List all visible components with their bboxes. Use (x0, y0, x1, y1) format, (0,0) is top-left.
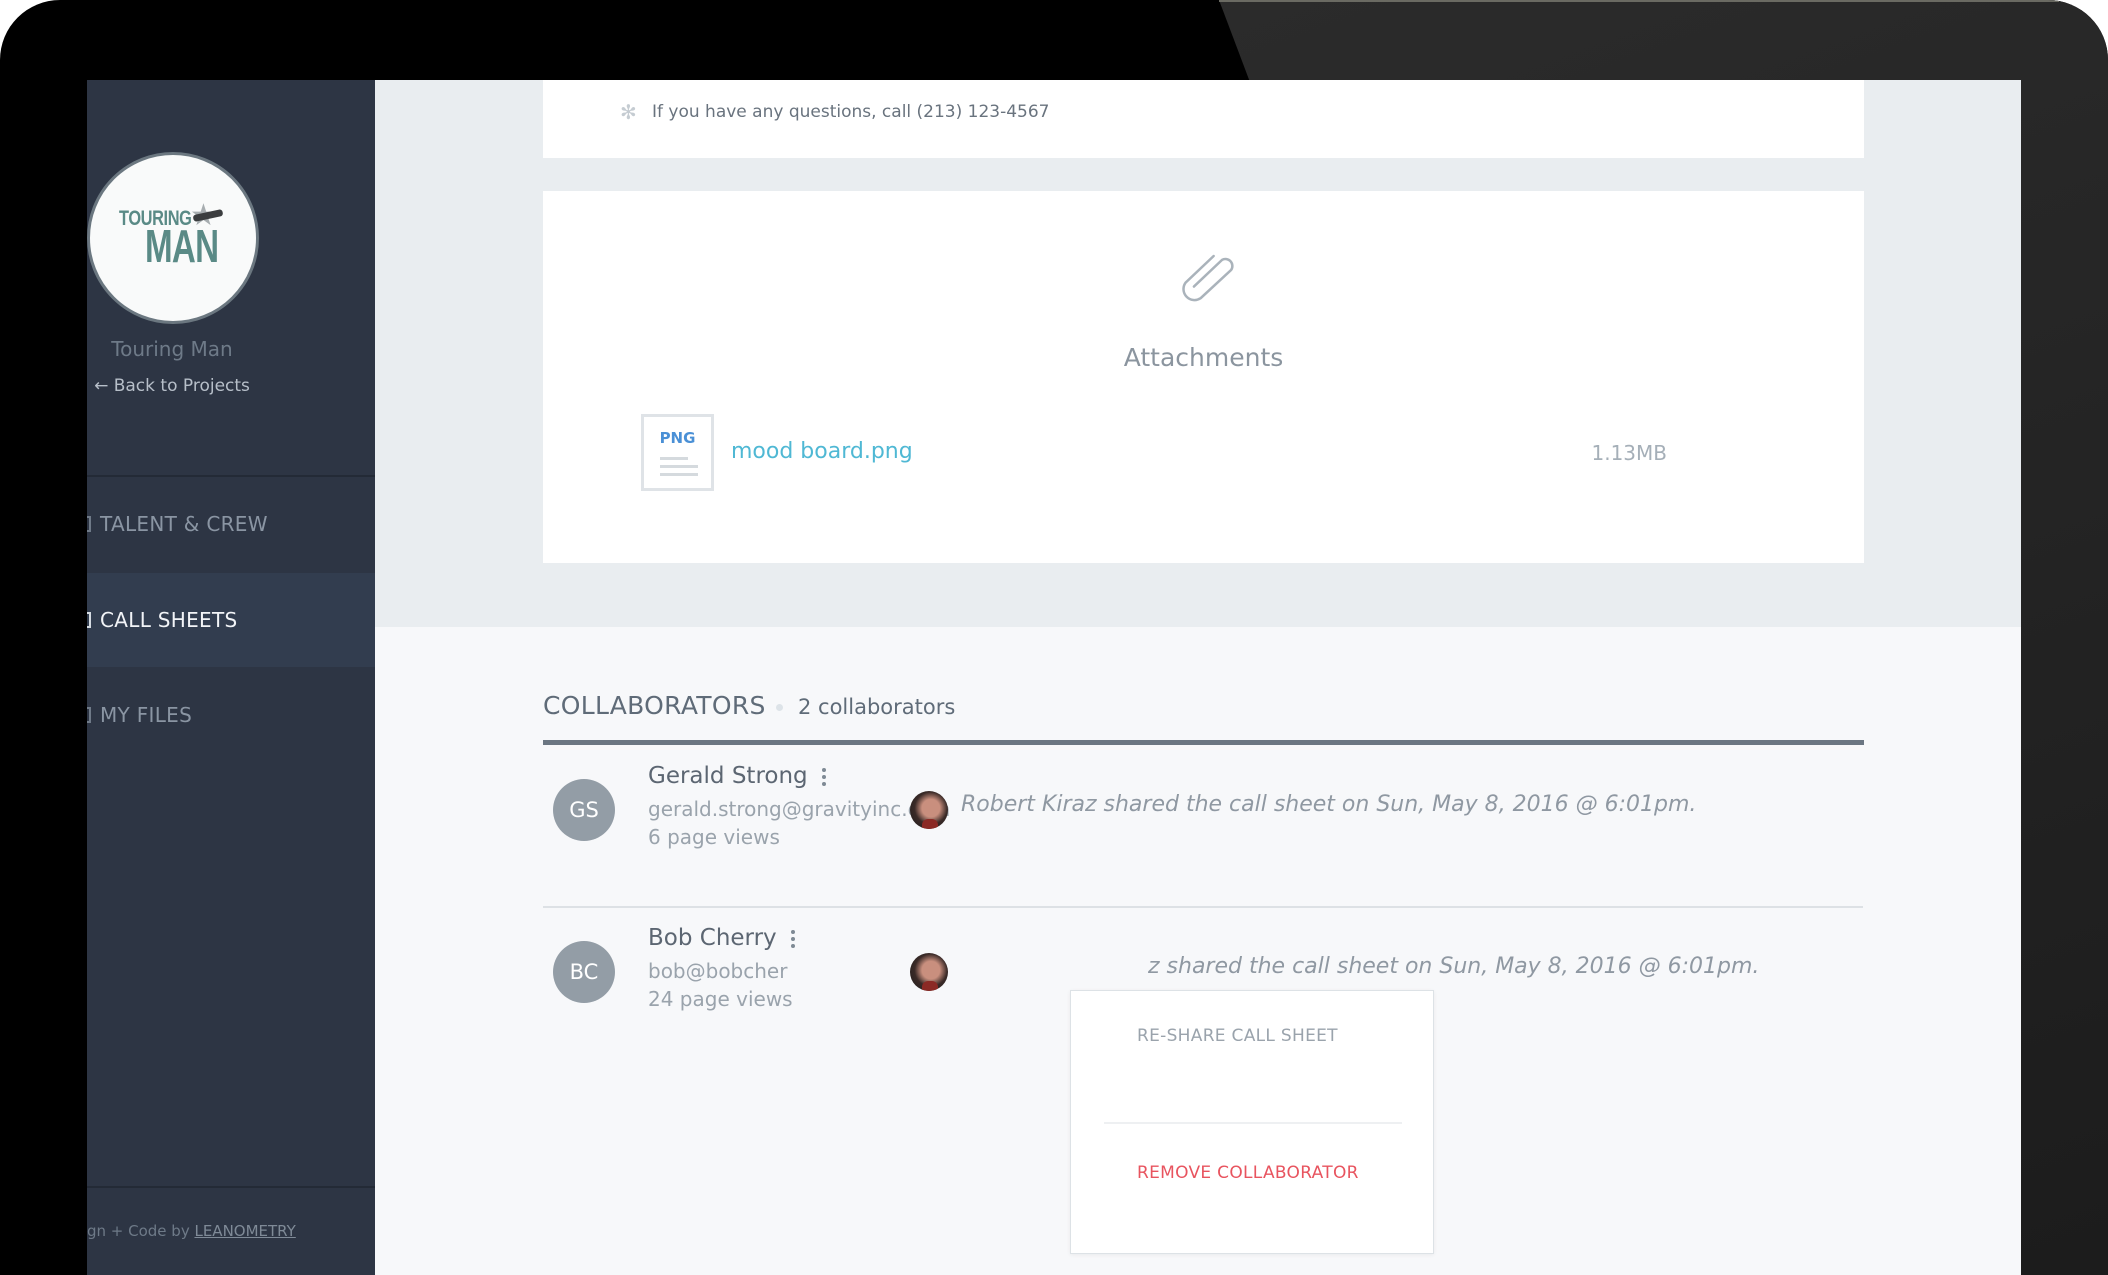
collaborator-name: Gerald Strong (648, 763, 827, 789)
attachments-title: Attachments (1123, 343, 1284, 372)
sidebar-footer-divider (87, 1186, 375, 1188)
bezel-edge (1219, 0, 2059, 2)
collaborator-row: GS Gerald Strong gerald.strong@gravityin… (543, 763, 1864, 941)
remove-collaborator-option[interactable]: REMOVE COLLABORATOR (1071, 1123, 1433, 1223)
project-logo[interactable]: TOURING ★ MAN (87, 152, 259, 324)
file-size: 1.13MB (1591, 441, 1667, 465)
leanometry-link[interactable]: LEANOMETRY (194, 1222, 295, 1240)
note-text: If you have any questions, call (213) 12… (652, 102, 1050, 122)
sidebar-item-label: TALENT & CREW (100, 512, 268, 536)
more-options-icon[interactable] (790, 927, 796, 951)
page-views: 24 page views (648, 987, 793, 1011)
users-icon (87, 516, 91, 532)
document-icon (87, 612, 91, 628)
png-file-icon[interactable]: PNG (641, 414, 714, 491)
credits-text: gn + Code by (87, 1222, 195, 1240)
section-underline (543, 740, 1864, 745)
avatar: BC (553, 941, 615, 1003)
file-line (660, 457, 688, 460)
menu-item-label: REMOVE COLLABORATOR (1137, 1163, 1359, 1183)
file-type: PNG (659, 429, 696, 447)
asterisk-icon: ✻ (620, 100, 637, 124)
collaborator-options-menu: RE-SHARE CALL SHEET REMOVE COLLABORATOR (1070, 990, 1434, 1254)
row-divider (543, 906, 1863, 908)
notes-card: ✻ If you have any questions, call (213) … (543, 80, 1864, 158)
collaborator-email: bob@bobcher (648, 959, 788, 983)
folder-icon (87, 707, 91, 723)
collaborator-name: Bob Cherry (648, 925, 796, 951)
more-options-icon[interactable] (821, 765, 827, 789)
attachment-link[interactable]: mood board.png (731, 439, 913, 464)
collaborator-count: 2 collaborators (798, 695, 956, 719)
app-screen: TOURING ★ MAN Touring Man ← Back to Proj… (87, 80, 2021, 1275)
avatar: GS (553, 779, 615, 841)
section-title: COLLABORATORS (543, 691, 766, 720)
file-line (660, 465, 698, 468)
sharer-avatar (910, 953, 948, 991)
file-line (660, 473, 698, 476)
collaborator-name-text: Bob Cherry (648, 925, 777, 951)
page-views: 6 page views (648, 825, 780, 849)
collaborator-email: gerald.strong@gravityinc.com (648, 797, 951, 821)
sharer-avatar (910, 791, 948, 829)
sidebar-item-label: MY FILES (100, 703, 193, 727)
main-content: ✻ If you have any questions, call (213) … (375, 80, 2021, 1275)
sidebar: TOURING ★ MAN Touring Man ← Back to Proj… (87, 80, 375, 1275)
paperclip-icon (1182, 254, 1234, 302)
separator-dot (776, 704, 783, 711)
shared-info: z shared the call sheet on Sun, May 8, 2… (1148, 954, 1760, 979)
sidebar-item-label: CALL SHEETS (100, 608, 238, 632)
credits: gn + Code by LEANOMETRY (87, 1222, 296, 1240)
sidebar-item-talent-crew[interactable]: TALENT & CREW (87, 477, 375, 571)
reshare-call-sheet-option[interactable]: RE-SHARE CALL SHEET (1071, 991, 1433, 1091)
logo-text-man: MAN (145, 220, 219, 272)
attachments-card: Attachments PNG mood board.png 1.13MB (543, 191, 1864, 563)
menu-item-label: RE-SHARE CALL SHEET (1137, 1026, 1338, 1046)
project-name: Touring Man (111, 337, 233, 361)
shared-info: Robert Kiraz shared the call sheet on Su… (961, 792, 1697, 817)
sidebar-item-call-sheets[interactable]: CALL SHEETS (87, 573, 375, 667)
collaborator-name-text: Gerald Strong (648, 763, 808, 789)
sidebar-item-my-files[interactable]: MY FILES (87, 668, 375, 762)
back-to-projects-link[interactable]: ← Back to Projects (87, 376, 257, 396)
